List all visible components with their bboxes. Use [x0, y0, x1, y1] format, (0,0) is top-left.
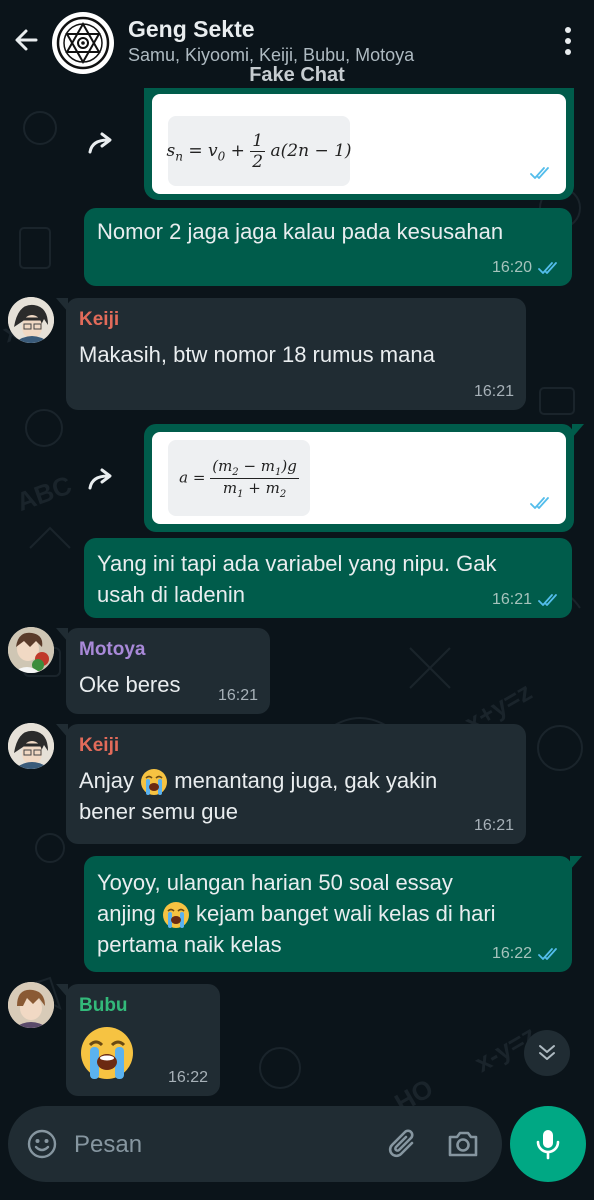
avatar-bubu-image	[8, 982, 54, 1028]
microphone-icon	[536, 1130, 560, 1160]
read-receipt-icon	[538, 948, 557, 960]
message-outgoing[interactable]: Yang ini tapi ada variabel yang nipu. Ga…	[84, 538, 572, 618]
message-composer	[8, 1106, 502, 1182]
message-outgoing[interactable]: Nomor 2 jaga jaga kalau pada kesusahan 1…	[84, 208, 572, 286]
attach-icon[interactable]	[386, 1126, 420, 1162]
message-time: 16:21	[217, 687, 258, 704]
message-text: Nomor 2 jaga jaga kalau pada kesusahan	[97, 219, 504, 244]
sender-name[interactable]: Bubu	[79, 993, 135, 1019]
message-meta: 16:21	[218, 687, 258, 705]
message-text-part: menantang juga, gak yakin	[174, 768, 438, 793]
message-incoming[interactable]: Bubu 16:22	[56, 984, 220, 1096]
message-image-formula-2[interactable]: a = (m2 − m1)g m1 + m2	[144, 424, 584, 532]
message-incoming[interactable]: Motoya Oke beres 16:21	[56, 628, 270, 714]
back-arrow-icon[interactable]	[10, 24, 42, 56]
message-text-line: bener semu gue	[79, 799, 238, 825]
message-time: 16:21	[491, 591, 532, 608]
avatar-motoya-image	[8, 627, 54, 673]
loudly-crying-face-icon	[81, 1027, 133, 1079]
message-time: 16:21	[473, 383, 514, 400]
image-preview[interactable]: sn = v0 + 12 a(2n − 1)	[152, 94, 566, 194]
message-image-formula-1[interactable]: sn = v0 + 12 a(2n − 1)	[144, 88, 574, 200]
message-incoming[interactable]: Keiji Anjay menantang juga, gak yakin be…	[56, 724, 526, 844]
message-text-part: Anjay	[79, 768, 135, 793]
message-time: 16:22	[491, 945, 532, 962]
voice-message-button[interactable]	[510, 1106, 586, 1182]
message-input[interactable]	[74, 1128, 374, 1162]
read-receipt-icon	[538, 262, 557, 274]
message-text-line: pertama naik kelas	[97, 932, 282, 958]
chat-header: Geng Sekte Samu, Kiyoomi, Keiji, Bubu, M…	[0, 0, 594, 88]
message-outgoing[interactable]: Yoyoy, ulangan harian 50 soal essay anji…	[84, 856, 582, 972]
double-chevron-down-icon	[539, 1045, 555, 1060]
message-time: 16:22	[167, 1069, 208, 1086]
camera-icon[interactable]	[446, 1128, 480, 1160]
message-meta: 16:21	[474, 383, 514, 401]
formula-image: sn = v0 + 12 a(2n − 1)	[166, 116, 352, 186]
message-text-part: anjing	[97, 901, 156, 926]
message-meta: 16:21	[474, 817, 514, 835]
sender-name[interactable]: Keiji	[79, 307, 435, 333]
message-text: Anjay menantang juga, gak yakin bener se…	[79, 765, 437, 827]
sender-name[interactable]: Motoya	[79, 637, 181, 663]
read-receipt-icon	[530, 167, 549, 179]
watermark-label: Fake Chat	[249, 64, 345, 86]
svg-text:HO: HO	[389, 1073, 438, 1108]
more-options-icon[interactable]	[564, 26, 572, 56]
message-text: Makasih, btw nomor 18 rumus mana	[79, 342, 435, 367]
loudly-crying-face-icon	[141, 769, 168, 796]
sender-name[interactable]: Keiji	[79, 733, 437, 759]
message-meta: 16:22	[492, 945, 560, 963]
message-text: Oke beres	[79, 672, 181, 697]
avatar-keiji[interactable]	[8, 297, 54, 343]
image-preview[interactable]: a = (m2 − m1)g m1 + m2	[152, 432, 566, 524]
avatar-bubu[interactable]	[8, 982, 54, 1028]
message-time: 16:20	[491, 259, 532, 276]
message-text-line: Yoyoy, ulangan harian 50 soal essay	[97, 870, 453, 895]
avatar-keiji[interactable]	[8, 723, 54, 769]
scroll-to-bottom-button[interactable]	[524, 1030, 570, 1076]
message-text-line: usah di ladenin	[97, 582, 246, 607]
chat-title[interactable]: Geng Sekte	[128, 16, 255, 43]
forward-icon[interactable]	[84, 462, 120, 498]
avatar-keiji-image	[8, 297, 54, 343]
loudly-crying-face-icon	[162, 902, 189, 929]
forward-icon[interactable]	[84, 126, 120, 162]
avatar-keiji-image	[8, 723, 54, 769]
emoji-icon[interactable]	[26, 1128, 58, 1160]
avatar-motoya[interactable]	[8, 627, 54, 673]
read-receipt-icon	[530, 497, 549, 509]
message-meta: 16:22	[168, 1069, 208, 1087]
message-text-part: kejam banget wali kelas di hari	[195, 901, 496, 926]
message-meta: 16:20	[492, 259, 560, 277]
message-incoming[interactable]: Keiji Makasih, btw nomor 18 rumus mana 1…	[56, 298, 526, 410]
message-text: Yoyoy, ulangan harian 50 soal essay anji…	[97, 867, 496, 960]
svg-text:ABC: ABC	[12, 470, 75, 518]
message-meta: 16:21	[492, 591, 560, 609]
chat-members[interactable]: Samu, Kiyoomi, Keiji, Bubu, Motoya	[128, 45, 414, 66]
message-time: 16:21	[473, 817, 514, 834]
message-text: Yang ini tapi ada variabel yang nipu. Ga…	[97, 548, 497, 610]
formula-image: a = (m2 − m1)g m1 + m2	[168, 440, 310, 516]
message-text-line: Yang ini tapi ada variabel yang nipu. Ga…	[97, 551, 497, 576]
read-receipt-icon	[538, 594, 557, 606]
